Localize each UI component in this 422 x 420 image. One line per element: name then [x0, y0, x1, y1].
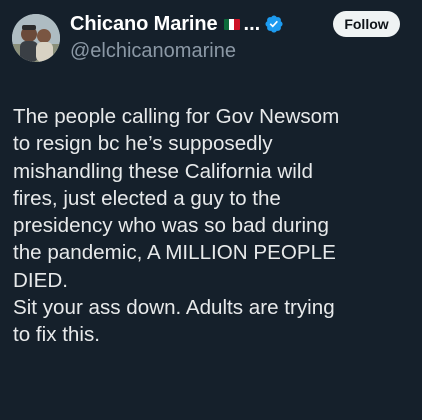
tweet-text-line: fires, just elected a guy to the — [13, 186, 281, 210]
name-row: Chicano Marine ... — [70, 10, 338, 38]
tweet-text-line: DIED. — [13, 268, 68, 292]
display-name[interactable]: Chicano Marine — [70, 13, 218, 36]
avatar[interactable] — [12, 14, 60, 62]
tweet-text-line: to resign bc he’s supposedly — [13, 132, 273, 156]
author-header: Chicano Marine ... @elchicanomarine — [70, 10, 338, 63]
author-handle[interactable]: @elchicanomarine — [70, 40, 338, 63]
tweet-text-line: to fix this. — [13, 323, 100, 347]
tweet-text-line: presidency who was so bad during — [13, 214, 329, 238]
follow-button[interactable]: Follow — [333, 11, 400, 37]
tweet-text-line: the pandemic, A MILLION PEOPLE — [13, 241, 336, 265]
verified-badge-icon — [264, 14, 284, 34]
mexico-flag-icon — [223, 18, 240, 30]
tweet-text: The people calling for Gov Newsom to res… — [13, 103, 413, 349]
avatar-photo-icon — [12, 14, 60, 62]
tweet-text-line: The people calling for Gov Newsom — [13, 105, 340, 128]
tweet-card: Chicano Marine ... @elchicanomarine Foll… — [0, 0, 422, 420]
tweet-text-line: Sit your ass down. Adults are trying — [13, 296, 335, 320]
tweet-text-line: mishandling these California wild — [13, 159, 313, 183]
name-truncation: ... — [243, 12, 261, 35]
